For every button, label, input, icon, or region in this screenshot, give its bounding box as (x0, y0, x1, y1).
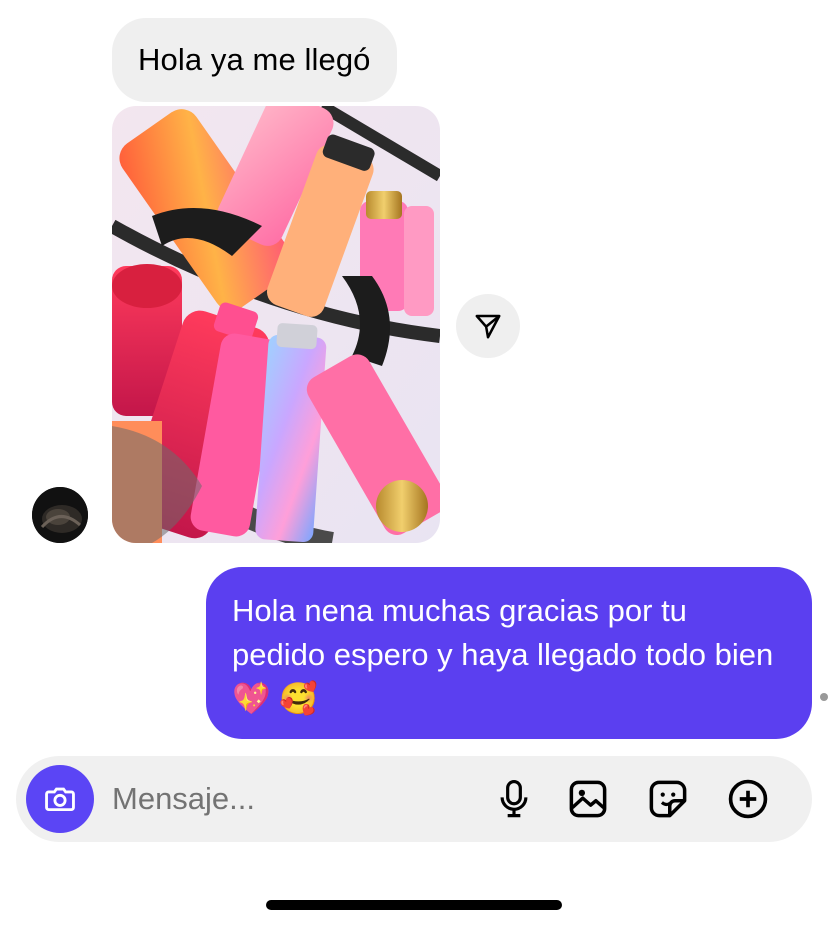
image-gallery-icon (569, 780, 607, 818)
photo-products-image (112, 106, 440, 543)
gallery-button[interactable] (566, 777, 610, 821)
contact-avatar[interactable] (32, 487, 88, 543)
plus-circle-icon (728, 779, 768, 819)
incoming-message-text: Hola ya me llegó (138, 42, 371, 77)
incoming-message-bubble[interactable]: Hola ya me llegó (112, 18, 397, 102)
message-input-placeholder: Mensaje... (112, 781, 256, 816)
sticker-icon (649, 780, 687, 818)
microphone-button[interactable] (492, 777, 536, 821)
camera-button[interactable] (26, 765, 94, 833)
outgoing-message-text: Hola nena muchas gracias por tu pedido e… (232, 593, 774, 716)
home-indicator[interactable] (266, 900, 562, 910)
camera-icon (45, 787, 75, 812)
avatar-image (32, 487, 88, 543)
sticker-button[interactable] (646, 777, 690, 821)
more-options-button[interactable] (726, 777, 770, 821)
share-button[interactable] (456, 294, 520, 358)
microphone-icon (500, 780, 528, 818)
message-status-dot (820, 693, 828, 701)
message-composer: Mensaje... (16, 756, 812, 842)
incoming-photo[interactable] (112, 106, 440, 543)
message-input[interactable]: Mensaje... (112, 756, 255, 842)
send-paper-plane-icon (475, 314, 501, 339)
outgoing-message-bubble[interactable]: Hola nena muchas gracias por tu pedido e… (206, 567, 812, 739)
